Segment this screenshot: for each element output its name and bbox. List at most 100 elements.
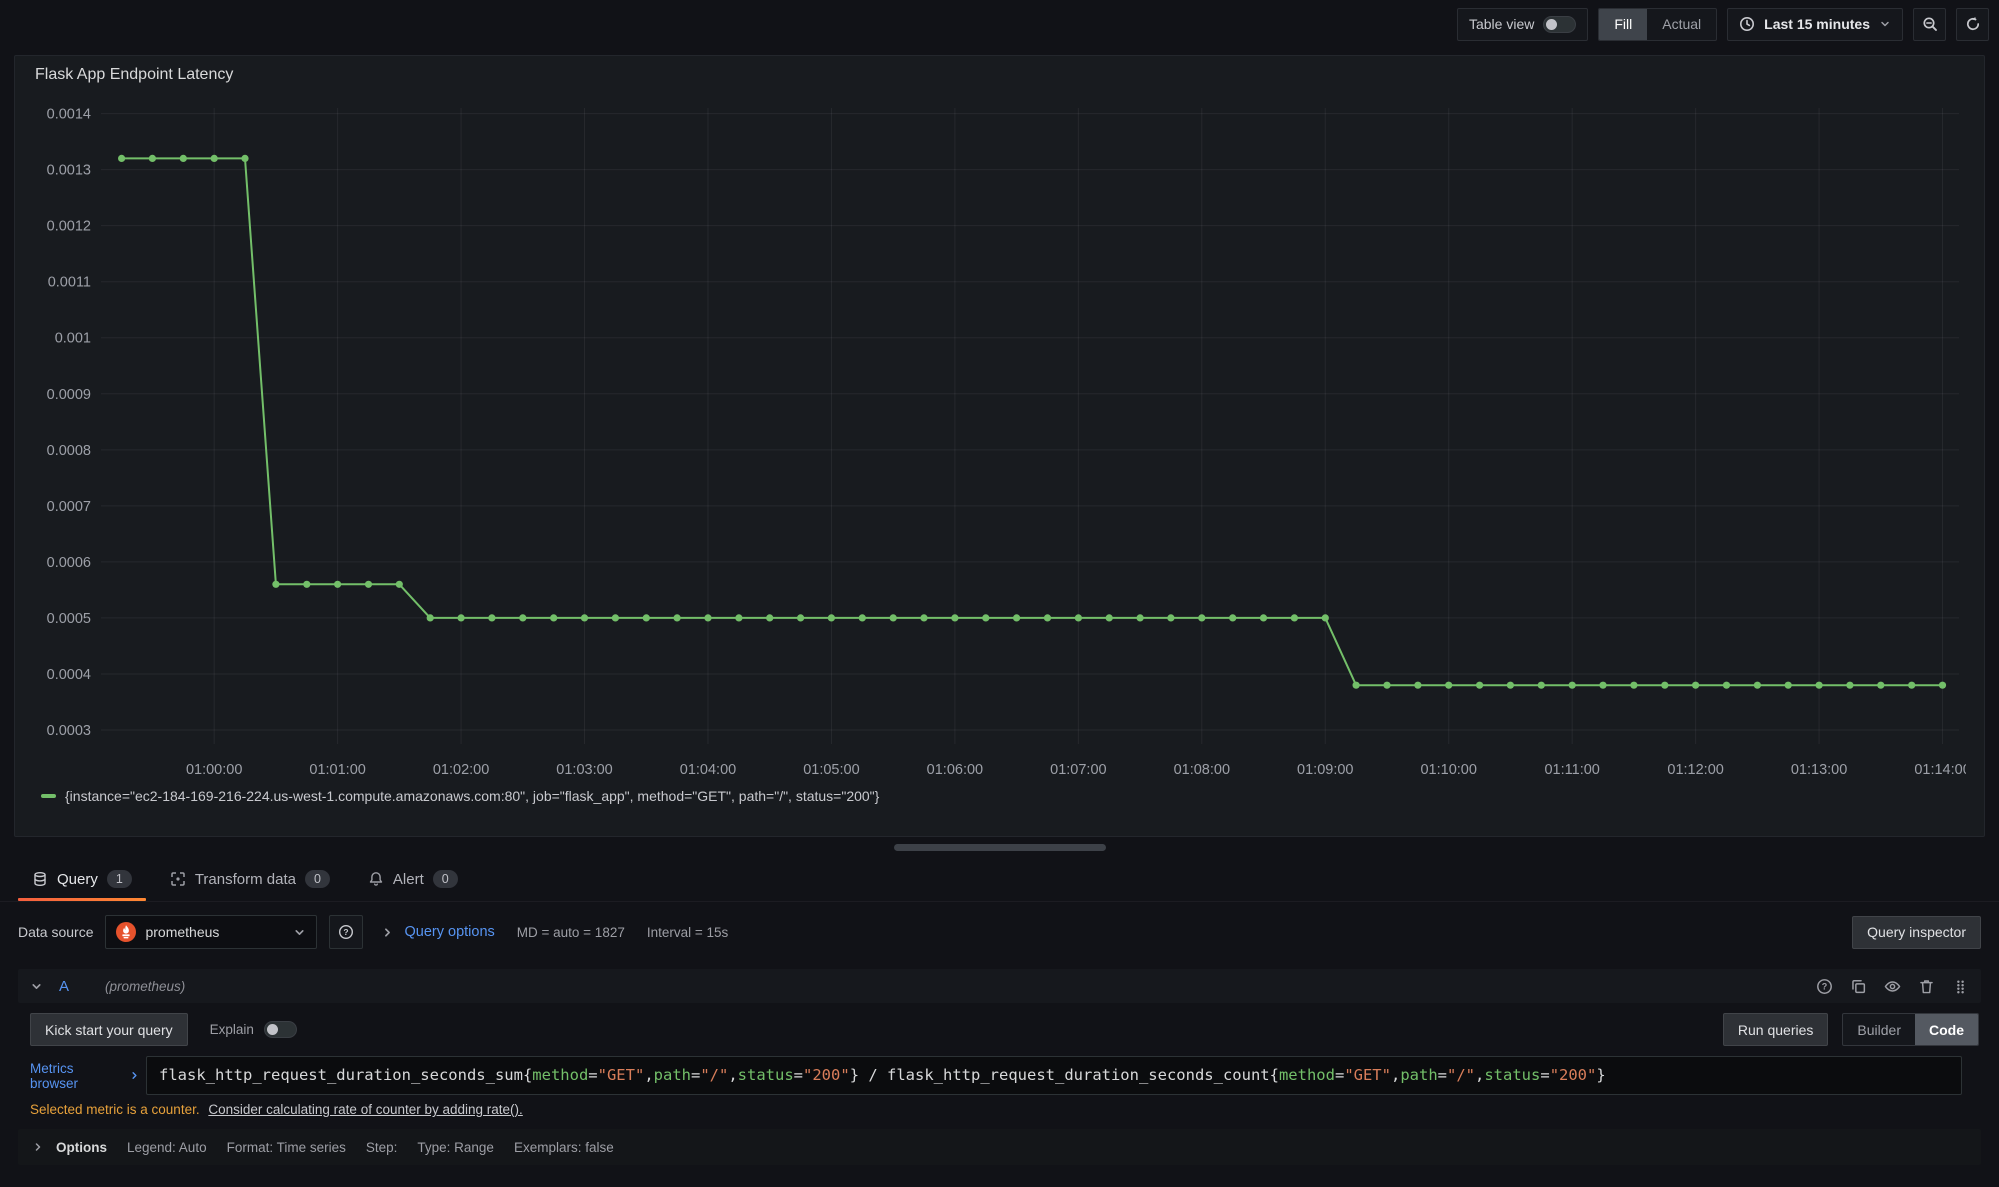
prometheus-icon [116,922,136,942]
collapse-chevron-icon[interactable] [30,980,43,993]
query-ref-id[interactable]: A [59,978,69,995]
metrics-browser-toggle[interactable]: Metrics browser [18,1056,146,1095]
refresh-icon [1965,16,1981,32]
max-data-points-text: MD = auto = 1827 [517,925,625,940]
chevron-down-icon [293,926,306,939]
options-label: Options [56,1140,107,1155]
svg-text:0.0013: 0.0013 [47,163,91,179]
datasource-name: prometheus [145,924,284,940]
legend-item[interactable]: {instance="ec2-184-169-216-224.us-west-1… [31,788,1968,804]
actual-option[interactable]: Actual [1647,9,1716,40]
promql-code-editor[interactable]: flask_http_request_duration_seconds_sum{… [146,1056,1962,1095]
explain-label: Explain [210,1022,254,1037]
query-row-header[interactable]: A (prometheus) [18,969,1981,1003]
chevron-right-icon [32,1141,44,1153]
clock-icon [1739,16,1755,32]
svg-text:01:01:00: 01:01:00 [309,762,365,778]
warning-rate-hint-link[interactable]: Consider calculating rate of counter by … [208,1102,522,1117]
tab-query-label: Query [57,871,98,888]
duplicate-query-icon[interactable] [1850,978,1867,995]
panel-title[interactable]: Flask App Endpoint Latency [31,66,233,84]
svg-text:01:07:00: 01:07:00 [1050,762,1106,778]
legend-series-marker [41,794,56,798]
query-inspector-button[interactable]: Query inspector [1852,916,1981,949]
latency-chart[interactable]: 0.0003 0.0004 0.0005 0.0006 0.0007 0.0008 0.00… [31,84,1966,786]
query-toolbar: Kick start your query Explain Run querie… [30,1013,1981,1046]
query-editor-row: Metrics browser flask_http_request_durat… [18,1056,1981,1095]
kick-start-query-button[interactable]: Kick start your query [30,1013,188,1046]
time-range-label: Last 15 minutes [1764,16,1870,32]
disable-query-icon[interactable] [1884,978,1901,995]
svg-text:0.0014: 0.0014 [47,107,91,123]
tab-alert[interactable]: Alert 0 [354,857,472,901]
time-range-picker[interactable]: Last 15 minutes [1727,8,1903,41]
query-options-collapsed-row[interactable]: Options Legend: Auto Format: Time series… [18,1129,1981,1165]
delete-query-icon[interactable] [1918,978,1935,995]
svg-text:01:10:00: 01:10:00 [1420,762,1476,778]
table-view-toggle[interactable] [1543,16,1576,33]
tab-alert-count: 0 [433,870,458,888]
query-row-actions [1816,978,1969,995]
query-editor-text: flask_http_request_duration_seconds_sum{… [159,1066,1606,1084]
svg-text:0.0008: 0.0008 [47,443,91,459]
explain-toggle[interactable] [264,1021,297,1038]
fill-option[interactable]: Fill [1599,9,1647,40]
tab-transform-data[interactable]: Transform data 0 [156,857,344,901]
svg-text:0.0003: 0.0003 [47,723,91,739]
svg-text:01:06:00: 01:06:00 [927,762,983,778]
code-option[interactable]: Code [1915,1014,1978,1045]
svg-text:01:02:00: 01:02:00 [433,762,489,778]
svg-text:0.0007: 0.0007 [47,499,91,515]
options-step: Step: [366,1140,398,1155]
svg-text:01:13:00: 01:13:00 [1791,762,1847,778]
explain-group: Explain [210,1021,297,1038]
query-datasource-hint: (prometheus) [105,979,185,994]
svg-text:0.0009: 0.0009 [47,387,91,403]
svg-text:0.0004: 0.0004 [47,667,91,683]
svg-text:0.0005: 0.0005 [47,611,91,627]
svg-text:01:14:00: 01:14:00 [1914,762,1966,778]
interval-text: Interval = 15s [647,925,728,940]
chevron-down-icon [1879,18,1891,30]
options-type: Type: Range [417,1140,494,1155]
time-series-panel: Flask App Endpoint Latency 0.00030.00040… [14,55,1985,837]
svg-text:01:03:00: 01:03:00 [556,762,612,778]
fill-actual-switch: Fill Actual [1598,8,1717,41]
svg-text:01:05:00: 01:05:00 [803,762,859,778]
refresh-button[interactable] [1956,8,1989,41]
options-legend: Legend: Auto [127,1140,207,1155]
zoom-out-button[interactable] [1913,8,1946,41]
legend-series-label: {instance="ec2-184-169-216-224.us-west-1… [65,788,879,804]
options-format: Format: Time series [227,1140,346,1155]
query-help-icon[interactable] [1816,978,1833,995]
help-circle-icon [338,924,354,940]
counter-warning: Selected metric is a counter. Consider c… [30,1102,1981,1117]
editor-tabs: Query 1 Transform data 0 Alert 0 [0,857,1999,902]
bell-icon [368,871,384,887]
builder-code-switch: Builder Code [1842,1013,1979,1046]
datasource-label: Data source [18,924,93,940]
tab-query[interactable]: Query 1 [18,857,146,901]
toggle-knob [267,1024,278,1035]
datasource-row: Data source prometheus Query options MD … [0,911,1999,953]
svg-text:01:12:00: 01:12:00 [1667,762,1723,778]
query-options-toggle[interactable]: Query options [381,924,494,940]
options-exemplars: Exemplars: false [514,1140,614,1155]
database-icon [32,871,48,887]
svg-text:01:04:00: 01:04:00 [680,762,736,778]
datasource-help-button[interactable] [329,915,363,949]
svg-text:0.0006: 0.0006 [47,555,91,571]
tab-transform-label: Transform data [195,871,296,888]
builder-option[interactable]: Builder [1843,1014,1915,1045]
svg-text:0.0011: 0.0011 [48,275,91,291]
editor-resize-handle[interactable] [894,844,1106,851]
transform-icon [170,871,186,887]
svg-text:0.0012: 0.0012 [47,219,91,235]
svg-text:01:09:00: 01:09:00 [1297,762,1353,778]
search-minus-icon [1922,16,1938,32]
svg-text:01:00:00: 01:00:00 [186,762,242,778]
svg-text:01:11:00: 01:11:00 [1544,762,1599,778]
datasource-picker[interactable]: prometheus [105,915,317,949]
run-queries-button[interactable]: Run queries [1723,1013,1829,1046]
drag-handle-icon[interactable] [1952,978,1969,995]
